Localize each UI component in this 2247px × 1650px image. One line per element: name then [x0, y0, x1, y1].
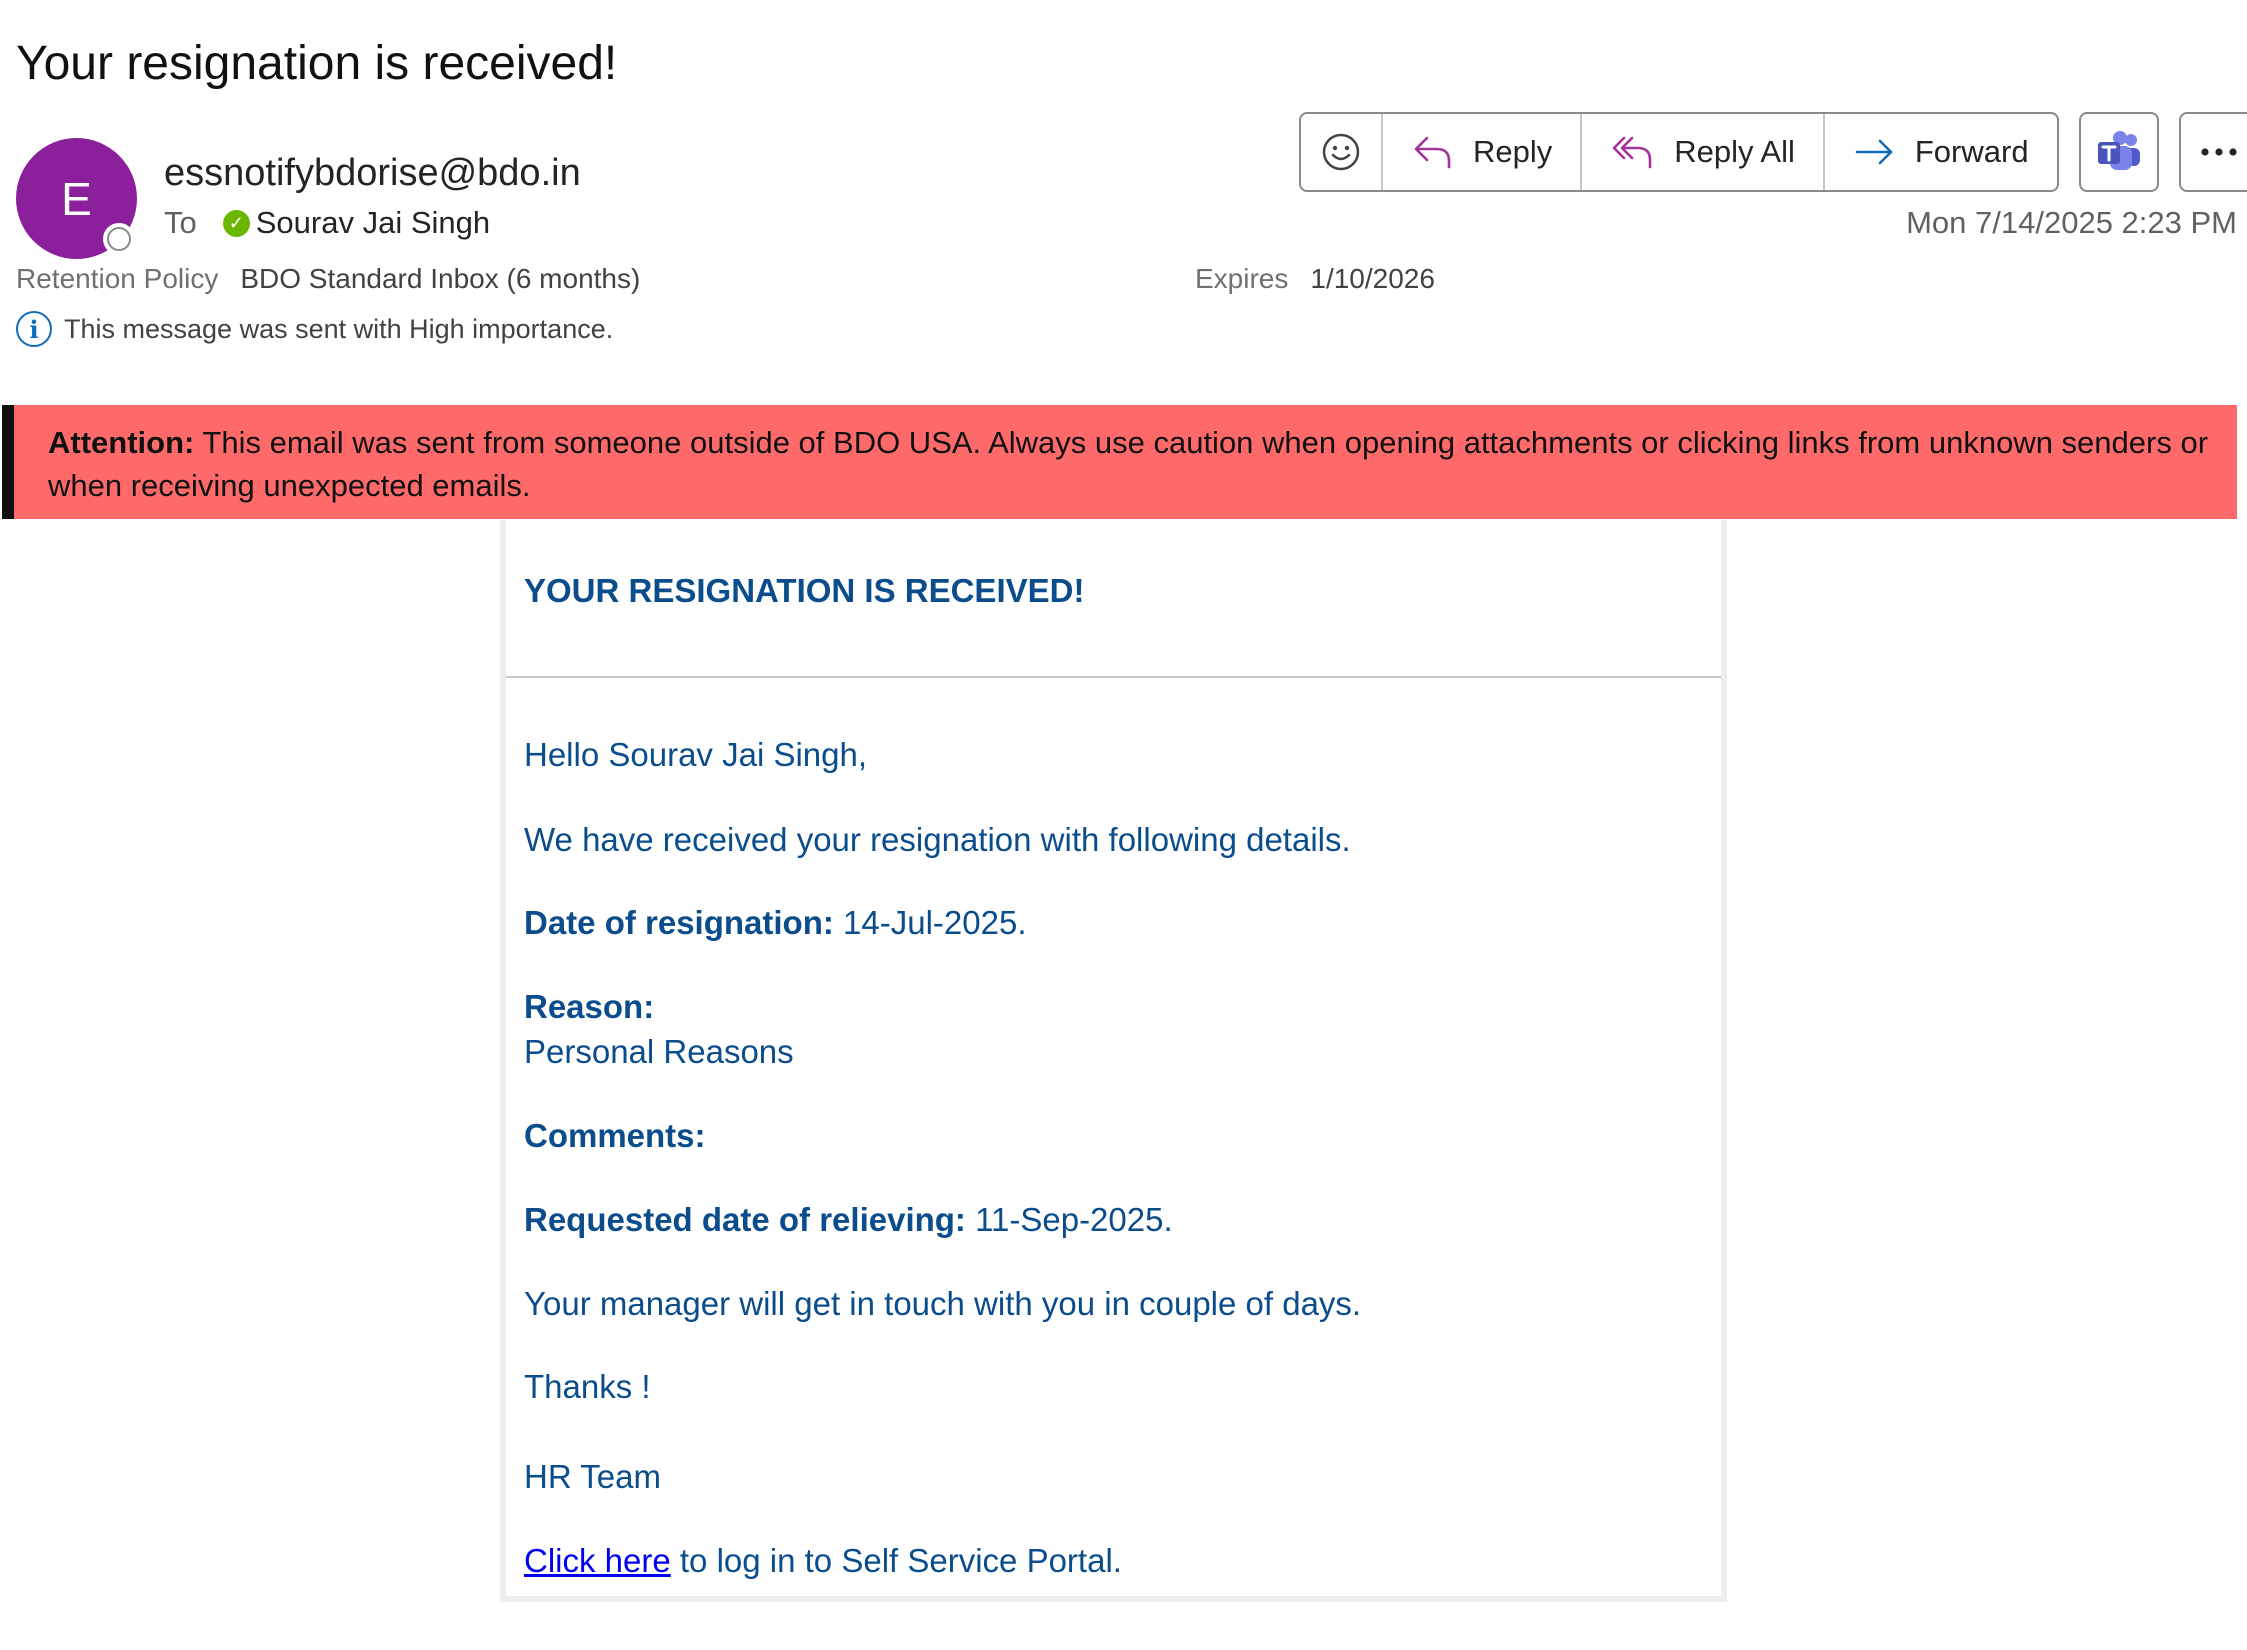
reply-all-icon [1612, 136, 1652, 169]
thanks-text: Thanks ! [524, 1368, 651, 1405]
reply-all-label: Reply All [1674, 134, 1795, 169]
intro-text: We have received your resignation with f… [524, 821, 1351, 858]
body-title: YOUR RESIGNATION IS RECEIVED! [524, 572, 1085, 609]
importance-text: This message was sent with High importan… [64, 313, 614, 344]
expiry: Expires 1/10/2026 [1195, 263, 1435, 295]
portal-link-suffix: to log in to Self Service Portal. [670, 1542, 1122, 1579]
retention-policy: Retention Policy BDO Standard Inbox (6 mo… [16, 263, 640, 295]
date-label: Date of resignation: [524, 904, 834, 941]
to-label: To [164, 205, 197, 240]
avatar-initial: E [61, 172, 92, 225]
importance-notice: i This message was sent with High import… [16, 311, 613, 347]
teams-icon [2097, 131, 2140, 170]
info-icon: i [16, 311, 52, 347]
manager-note: Your manager will get in touch with you … [524, 1285, 1362, 1322]
body-divider [506, 676, 1721, 678]
react-button[interactable] [1301, 114, 1383, 190]
reply-button[interactable]: Reply [1383, 114, 1583, 190]
reason-value: Personal Reasons [524, 1033, 794, 1070]
banner-text: This email was sent from someone outside… [48, 425, 2209, 503]
expires-value: 1/10/2026 [1310, 263, 1435, 294]
portal-link-line: Click here to log in to Self Service Por… [524, 1541, 1122, 1581]
email-body-card: YOUR RESIGNATION IS RECEIVED! Hello Sour… [500, 520, 1727, 1602]
resignation-date: Date of resignation: 14-Jul-2025. [524, 903, 1026, 943]
forward-label: Forward [1914, 134, 2029, 169]
greeting: Hello Sourav Jai Singh, [524, 736, 868, 773]
reply-icon [1414, 136, 1451, 169]
forward-button[interactable]: Forward [1825, 114, 2057, 190]
signature: HR Team [524, 1458, 661, 1495]
recipient-name[interactable]: Sourav Jai Singh [256, 205, 490, 241]
recipient-row: To ✓ Sourav Jai Singh [164, 205, 490, 241]
expires-label: Expires [1195, 263, 1289, 294]
email-subject: Your resignation is received! [16, 37, 618, 90]
external-sender-warning-banner: Attention: This email was sent from some… [2, 405, 2237, 519]
message-toolbar: Reply Reply All Forward [1299, 112, 2247, 192]
reply-button-group: Reply Reply All Forward [1299, 112, 2059, 192]
self-service-portal-link[interactable]: Click here [524, 1542, 671, 1579]
relieving-label: Requested date of relieving: [524, 1201, 966, 1238]
reason-label: Reason: [524, 988, 655, 1025]
sender-address[interactable]: essnotifybdorise@bdo.in [164, 152, 581, 195]
retention-label: Retention Policy [16, 263, 219, 294]
email-timestamp: Mon 7/14/2025 2:23 PM [1906, 205, 2237, 240]
comments-label: Comments: [524, 1117, 706, 1154]
reply-all-button[interactable]: Reply All [1582, 114, 1825, 190]
date-value: 14-Jul-2025. [843, 904, 1027, 941]
presence-status-icon [103, 223, 135, 255]
reply-label: Reply [1473, 134, 1553, 169]
retention-value: BDO Standard Inbox (6 months) [240, 263, 641, 294]
relieving-value: 11-Sep-2025. [975, 1201, 1173, 1238]
smiley-icon [1322, 133, 1360, 171]
relieving-date: Requested date of relieving: 11-Sep-2025… [524, 1200, 1173, 1240]
teams-button[interactable] [2078, 112, 2159, 192]
more-options-icon [2200, 148, 2237, 156]
banner-label: Attention: [48, 425, 195, 460]
available-check-icon: ✓ [222, 209, 250, 237]
forward-arrow-icon [1855, 139, 1893, 165]
more-actions-button[interactable] [2178, 112, 2247, 192]
